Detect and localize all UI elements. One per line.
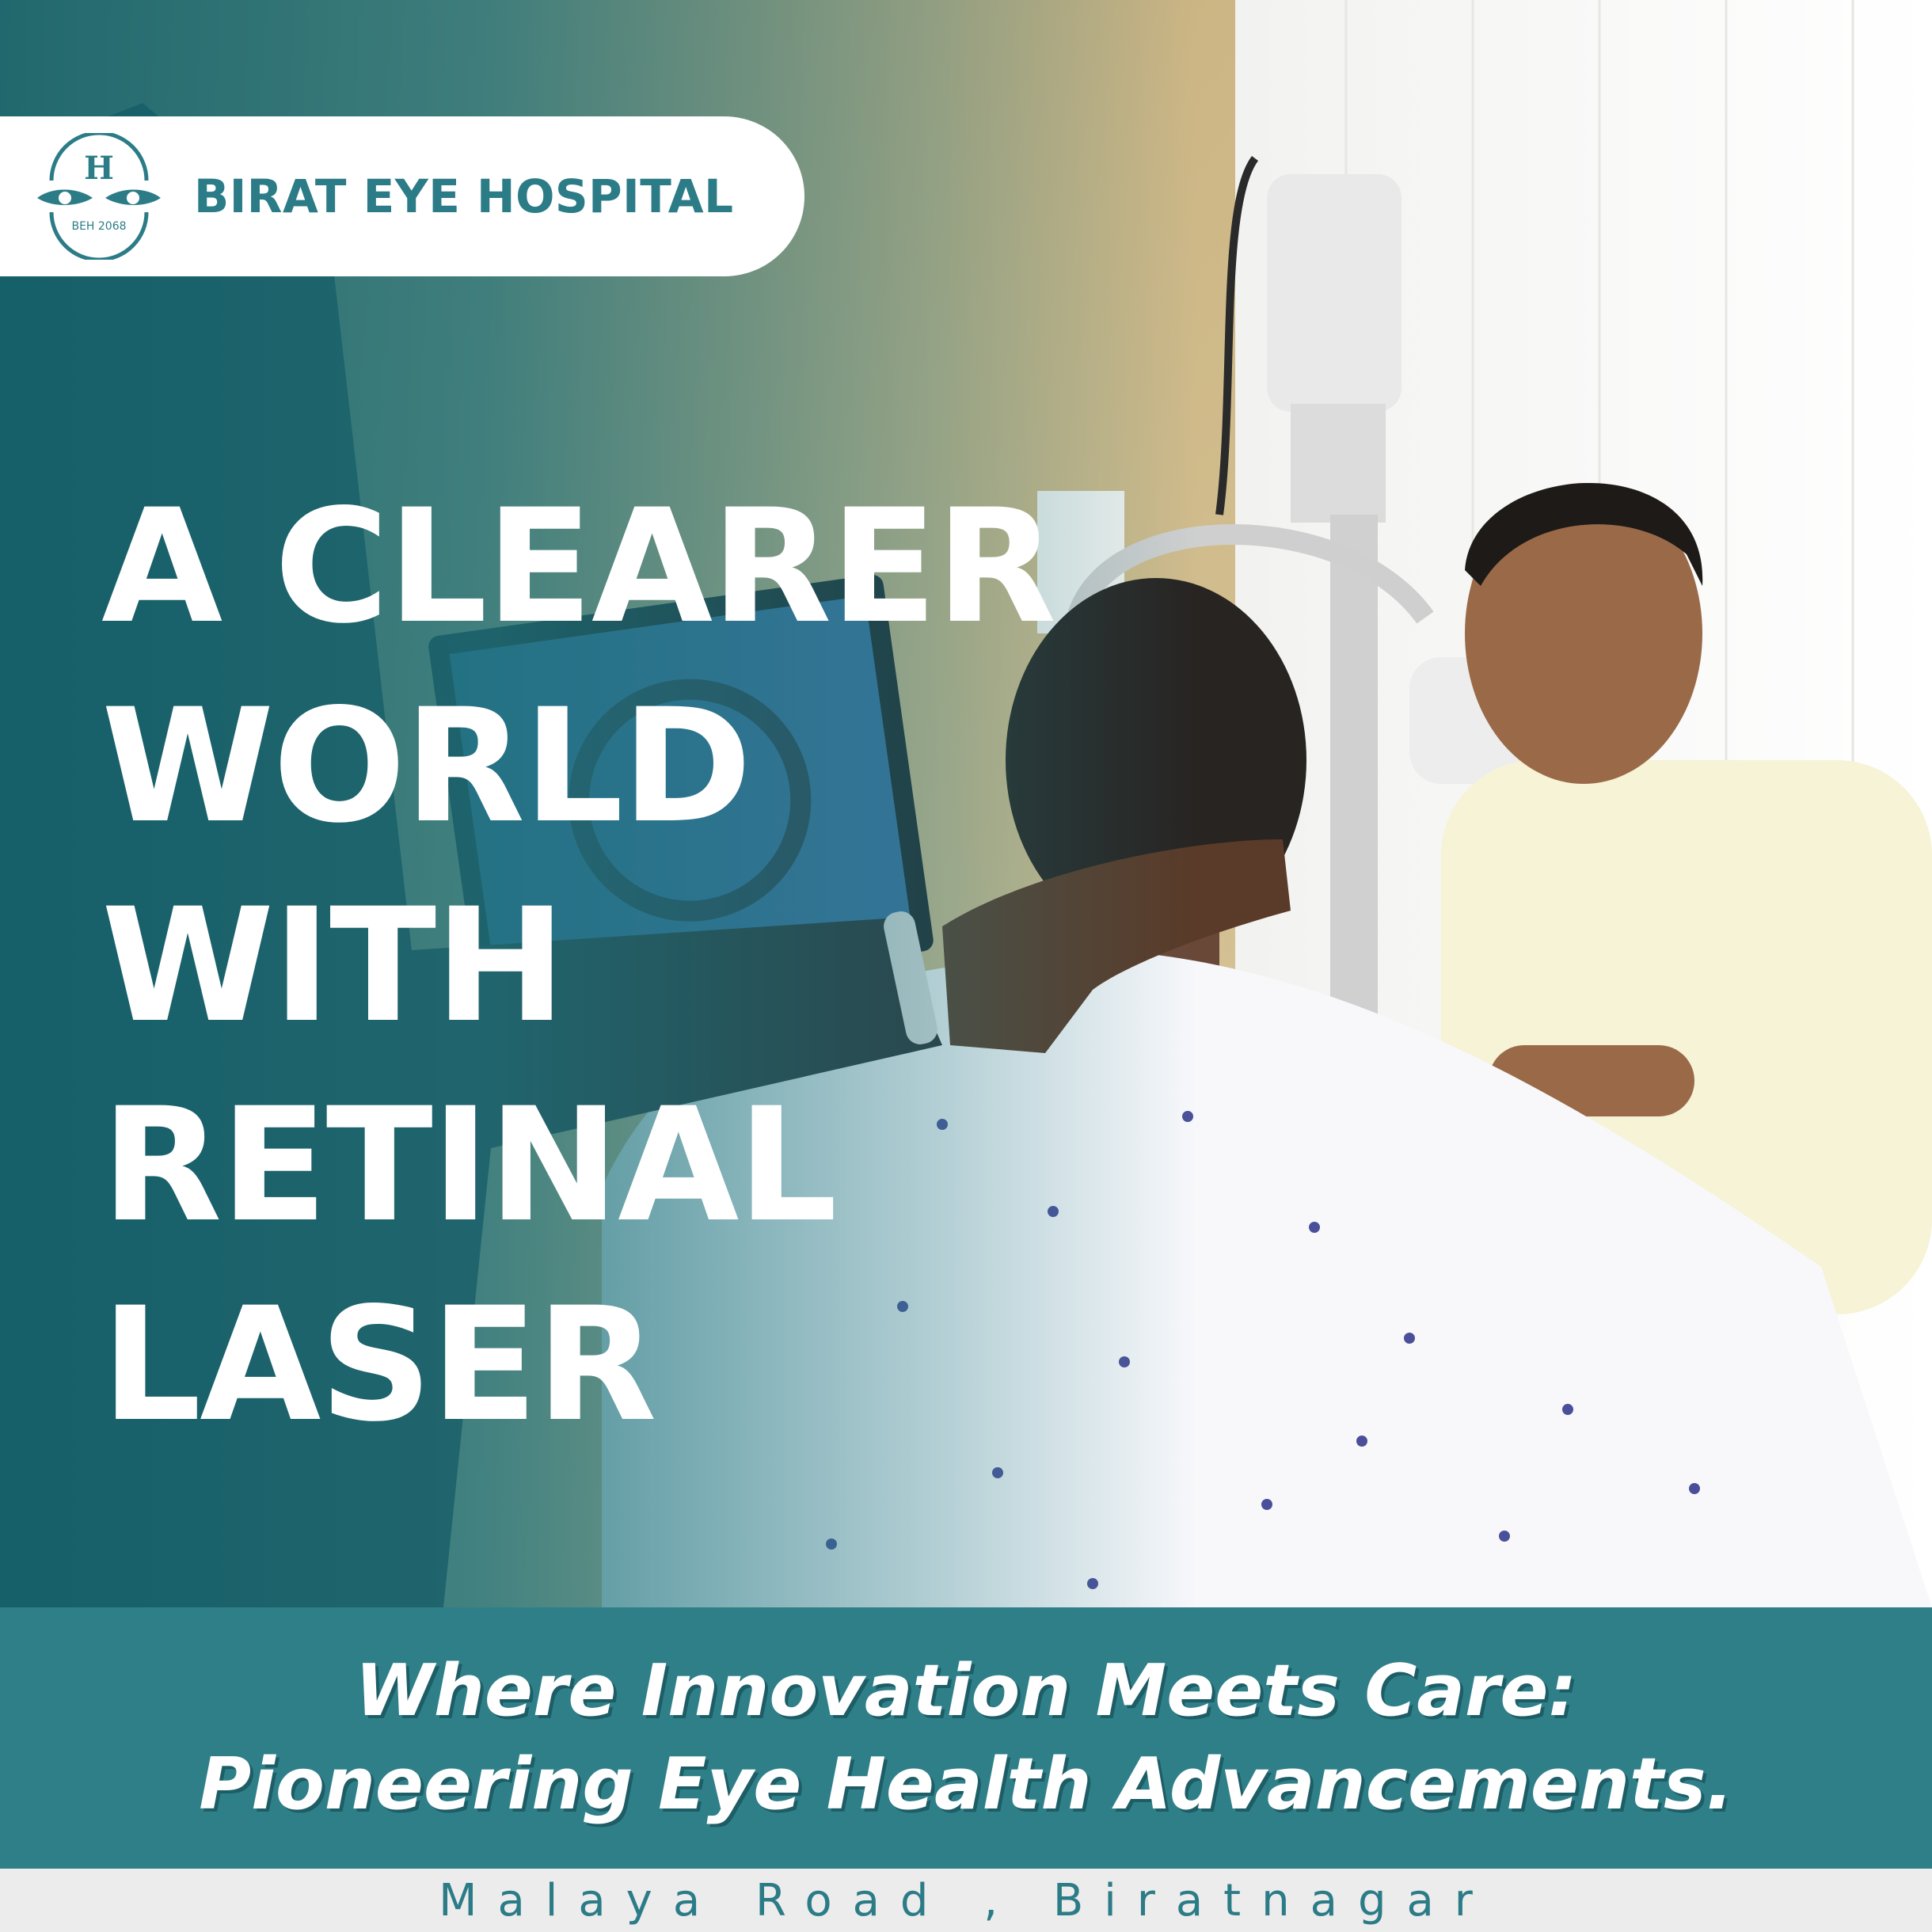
brand-header: H BEH 2068 BIRAT EYE HOSPITAL xyxy=(0,116,804,276)
headline: A CLEARER WORLD WITH RETINAL LASER xyxy=(101,467,1056,1465)
tagline-line-1: Where Innovation Meets Care: xyxy=(355,1649,1577,1732)
address-text: Malaya Road , Biratnagar xyxy=(439,1874,1493,1926)
tagline-band: Where Innovation Meets Care: Pioneering … xyxy=(0,1607,1932,1869)
headline-line-3: WITH xyxy=(101,874,566,1057)
headline-line-2: WORLD xyxy=(101,675,752,858)
headline-line-4: RETINAL xyxy=(101,1074,838,1257)
headline-line-1: A CLEARER xyxy=(101,475,1056,658)
hospital-eyes-logo: H BEH 2068 xyxy=(37,133,161,260)
logo-text: BEH 2068 xyxy=(71,220,126,233)
logo-letter: H xyxy=(84,150,114,187)
brand-name: BIRAT EYE HOSPITAL xyxy=(194,169,734,223)
headline-line-5: LASER xyxy=(101,1273,657,1456)
tagline-line-2: Pioneering Eye Health Advancements. xyxy=(199,1743,1733,1826)
address-bar: Malaya Road , Biratnagar xyxy=(0,1869,1932,1932)
